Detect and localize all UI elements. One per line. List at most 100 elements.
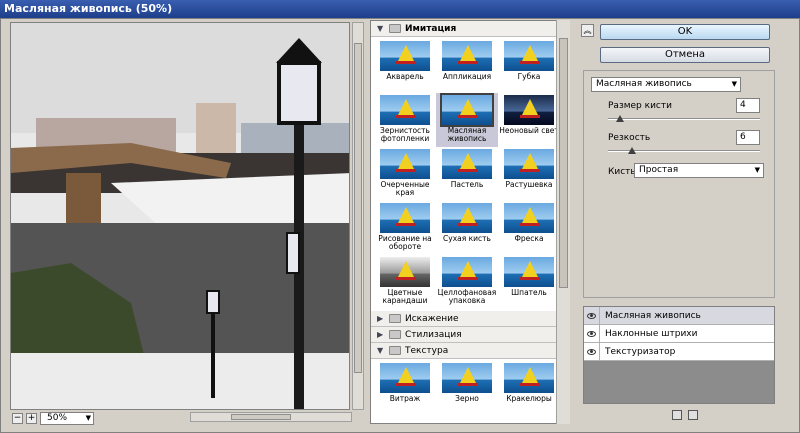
new-layer-icon[interactable] xyxy=(672,410,682,420)
filter-label: Рисование на обороте xyxy=(378,234,432,251)
filter-thumbnail[interactable]: Масляная живопись xyxy=(436,93,498,147)
layer-name: Текстуризатор xyxy=(605,346,676,357)
layer-row[interactable]: Наклонные штрихи xyxy=(584,325,774,343)
brush-type-select[interactable]: Простая ▼ xyxy=(634,163,764,178)
slider-track xyxy=(608,118,760,120)
category-texture[interactable]: ▼ Текстура xyxy=(371,343,569,359)
image-preview[interactable] xyxy=(10,22,350,410)
filter-thumbnail[interactable]: Рисование на обороте xyxy=(374,201,436,255)
filter-label: Масляная живопись xyxy=(447,126,487,143)
filter-preview-image xyxy=(442,257,492,287)
filter-preview-image xyxy=(504,203,554,233)
filter-label: Шпатель xyxy=(511,288,547,297)
filter-thumbnail[interactable]: Акварель xyxy=(374,39,436,93)
brush-size-input[interactable]: 4 xyxy=(736,98,760,113)
folder-icon xyxy=(389,314,401,323)
texture-grid: Витраж Зерно Кракелюры xyxy=(371,359,569,417)
zoom-out-button[interactable]: − xyxy=(12,412,23,424)
layer-row[interactable]: Масляная живопись xyxy=(584,307,774,325)
filter-select[interactable]: Масляная живопись ▼ xyxy=(591,77,741,92)
filter-thumbnail[interactable]: Зернистость фотопленки xyxy=(374,93,436,147)
gallery-scrollbar[interactable] xyxy=(556,20,570,424)
expand-triangle-icon: ▼ xyxy=(377,345,384,355)
filter-label: Кракелюры xyxy=(506,394,552,403)
category-stylize[interactable]: ▶ Стилизация xyxy=(371,327,569,343)
cancel-button[interactable]: Отмена xyxy=(600,47,770,63)
filter-gallery: ▼ Имитация Акварель Аппликация Губка Зернис… xyxy=(370,20,570,424)
eye-icon[interactable] xyxy=(584,343,600,360)
filter-thumbnail[interactable]: Растушевка xyxy=(498,147,560,201)
brush-size-slider[interactable] xyxy=(608,115,760,123)
effect-layers-list: Масляная живопись Наклонные штрихи Текст… xyxy=(583,306,775,404)
filter-label: Фреска xyxy=(514,234,544,243)
layer-name: Наклонные штрихи xyxy=(605,328,698,339)
slider-knob[interactable] xyxy=(616,115,625,122)
filter-thumbnail[interactable]: Очерченные края xyxy=(374,147,436,201)
filter-preview-image xyxy=(504,41,554,71)
category-label: Искажение xyxy=(405,313,459,324)
filter-preview-image xyxy=(380,41,430,71)
folder-icon xyxy=(389,346,401,355)
filter-thumbnail[interactable]: Неоновый свет xyxy=(498,93,560,147)
filter-label: Сухая кисть xyxy=(443,234,491,243)
filter-thumbnail[interactable]: Кракелюры xyxy=(498,361,560,415)
filter-thumbnail[interactable]: Целлофановая упаковка xyxy=(436,255,498,309)
filter-preview-image xyxy=(442,363,492,393)
layer-actions xyxy=(672,410,698,420)
filter-thumbnail[interactable]: Шпатель xyxy=(498,255,560,309)
filter-preview-image xyxy=(504,363,554,393)
collapsed-triangle-icon: ▶ xyxy=(377,329,384,339)
filter-thumbnail[interactable]: Сухая кисть xyxy=(436,201,498,255)
filter-thumbnail[interactable]: Губка xyxy=(498,39,560,93)
filter-thumbnail[interactable]: Фреска xyxy=(498,201,560,255)
filter-thumbnail[interactable]: Пастель xyxy=(436,147,498,201)
eye-icon[interactable] xyxy=(584,325,600,342)
filter-label: Цветные карандаши xyxy=(382,288,428,305)
filter-thumbnail[interactable]: Цветные карандаши xyxy=(374,255,436,309)
filter-label: Зерно xyxy=(455,394,479,403)
ok-button[interactable]: OK xyxy=(600,24,770,40)
filter-label: Целлофановая упаковка xyxy=(437,288,497,305)
scroll-thumb[interactable] xyxy=(559,38,568,288)
filter-label: Аппликация xyxy=(442,72,492,81)
category-label: Текстура xyxy=(405,345,449,356)
sharpness-input[interactable]: 6 xyxy=(736,130,760,145)
category-distort[interactable]: ▶ Искажение xyxy=(371,311,569,327)
category-imitation[interactable]: ▼ Имитация xyxy=(371,21,569,37)
filter-preview-image xyxy=(504,95,554,125)
zoom-in-button[interactable]: + xyxy=(26,412,37,424)
filter-thumbnail[interactable]: Аппликация xyxy=(436,39,498,93)
folder-icon xyxy=(389,330,401,339)
eye-icon[interactable] xyxy=(584,307,600,324)
preview-vertical-scrollbar[interactable] xyxy=(352,22,364,410)
scroll-thumb[interactable] xyxy=(354,43,362,373)
filter-select-value: Масляная живопись xyxy=(596,79,692,89)
double-chevron-up-icon[interactable]: ︽ xyxy=(581,24,594,37)
chevron-down-icon: ▼ xyxy=(754,166,760,174)
scroll-thumb[interactable] xyxy=(231,414,291,420)
layer-row[interactable]: Текстуризатор xyxy=(584,343,774,361)
zoom-select[interactable]: 50% ▼ xyxy=(40,411,94,425)
filter-label: Растушевка xyxy=(505,180,553,189)
sharpness-slider[interactable] xyxy=(608,147,760,155)
zoom-controls: − + 50% ▼ xyxy=(12,411,94,425)
chevron-down-icon: ▼ xyxy=(85,413,91,422)
category-label: Стилизация xyxy=(405,329,462,340)
filter-thumbnail[interactable]: Зерно xyxy=(436,361,498,415)
filter-preview-image xyxy=(380,149,430,179)
filter-settings-panel: Масляная живопись ▼ Размер кисти 4 Резкос… xyxy=(583,70,775,298)
filter-label: Пастель xyxy=(450,180,484,189)
slider-knob[interactable] xyxy=(628,147,637,154)
filter-label: Неоновый свет xyxy=(499,126,559,135)
preview-horizontal-scrollbar[interactable] xyxy=(190,412,352,422)
layer-name: Масляная живопись xyxy=(605,310,701,321)
filter-preview-image xyxy=(442,203,492,233)
expand-triangle-icon: ▼ xyxy=(377,23,384,33)
filter-preview-image xyxy=(380,257,430,287)
filter-label: Губка xyxy=(517,72,541,81)
sharpness-label: Резкость xyxy=(608,133,651,143)
filter-thumbnail[interactable]: Витраж xyxy=(374,361,436,415)
painted-scene xyxy=(11,23,349,409)
filter-preview-image xyxy=(504,149,554,179)
trash-icon[interactable] xyxy=(688,410,698,420)
